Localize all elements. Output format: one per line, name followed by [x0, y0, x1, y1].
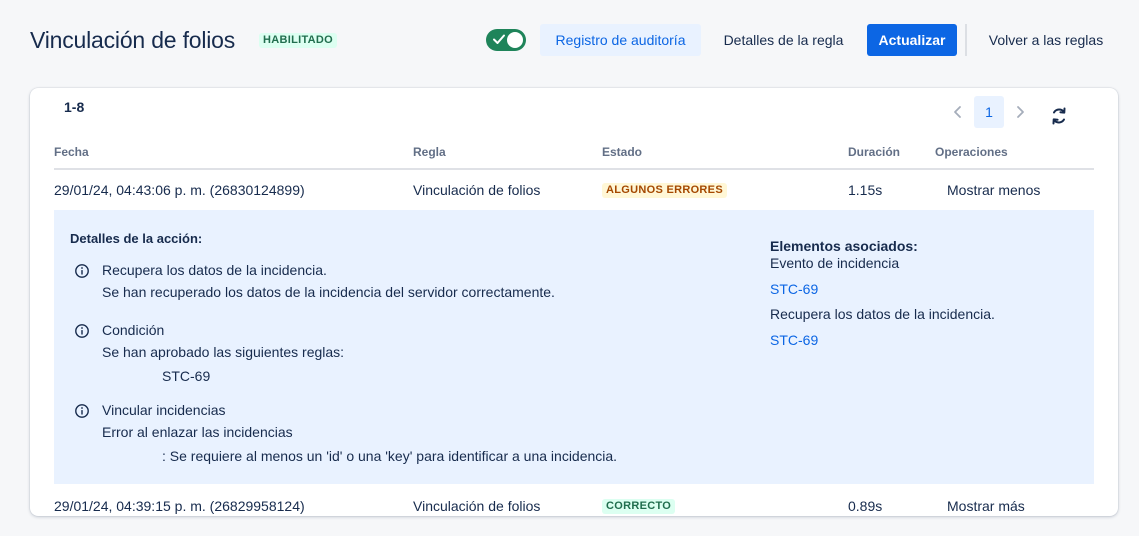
- back-to-rules-button[interactable]: Volver a las reglas: [975, 24, 1117, 56]
- column-header-rule[interactable]: Regla: [413, 145, 446, 159]
- action-title: Recupera los datos de la incidencia.: [102, 262, 327, 278]
- chevron-left-icon[interactable]: [948, 102, 968, 122]
- action-title: Condición: [102, 322, 165, 338]
- header-divider: [965, 24, 967, 56]
- audit-log-card: 1-8 1 Fecha Regla Estado Duración Operac…: [30, 88, 1118, 516]
- results-range: 1-8: [64, 99, 85, 115]
- action-details-title: Detalles de la acción:: [70, 231, 203, 246]
- refresh-icon[interactable]: [1049, 106, 1069, 126]
- chevron-right-icon[interactable]: [1010, 102, 1030, 122]
- action-message: Se han recuperado los datos de la incide…: [102, 284, 555, 300]
- page-header: Vinculación de folios HABILITADO Registr…: [0, 0, 1139, 80]
- row-rule: Vinculación de folios: [413, 182, 541, 198]
- row-rule: Vinculación de folios: [413, 498, 541, 514]
- info-icon: [75, 324, 89, 338]
- page-title: Vinculación de folios: [30, 27, 236, 53]
- table-header-divider: [54, 168, 1094, 170]
- row-duration: 1.15s: [848, 182, 883, 198]
- toggle-knob: [507, 32, 523, 48]
- associated-items-title: Elementos asociados:: [770, 238, 918, 254]
- column-header-operations[interactable]: Operaciones: [935, 145, 1008, 159]
- associated-issue-link[interactable]: STC-69: [770, 281, 818, 297]
- associated-item-label: Recupera los datos de la incidencia.: [770, 306, 995, 322]
- update-button[interactable]: Actualizar: [867, 24, 957, 56]
- show-more-button[interactable]: Mostrar más: [947, 498, 1025, 514]
- info-icon: [75, 404, 89, 418]
- row-date: 29/01/24, 04:43:06 p. m. (26830124899): [54, 182, 305, 198]
- action-message: STC-69: [162, 368, 211, 384]
- action-message: Se han aprobado las siguientes reglas:: [102, 344, 345, 360]
- action-error-message: : Se requiere al menos un 'id' o una 'ke…: [162, 448, 618, 464]
- column-header-status[interactable]: Estado: [602, 145, 642, 159]
- status-badge: HABILITADO: [259, 33, 338, 48]
- rule-enabled-toggle[interactable]: [486, 29, 526, 51]
- show-less-button[interactable]: Mostrar menos: [947, 182, 1040, 198]
- status-lozenge: ALGUNOS ERRORES: [602, 183, 727, 198]
- column-header-duration[interactable]: Duración: [848, 145, 900, 159]
- rule-details-button[interactable]: Detalles de la regla: [708, 24, 859, 56]
- info-icon: [75, 264, 89, 278]
- action-message: Error al enlazar las incidencias: [102, 424, 293, 440]
- row-duration: 0.89s: [848, 498, 883, 514]
- row-date: 29/01/24, 04:39:15 p. m. (26829958124): [54, 498, 305, 514]
- action-title: Vincular incidencias: [102, 402, 226, 418]
- associated-issue-link[interactable]: STC-69: [770, 332, 818, 348]
- status-lozenge: CORRECTO: [602, 499, 676, 514]
- audit-log-button[interactable]: Registro de auditoría: [540, 24, 701, 56]
- action-details-panel: Detalles de la acción: Recupera los dato…: [54, 210, 1094, 484]
- column-header-date[interactable]: Fecha: [54, 145, 89, 159]
- associated-item-label: Evento de incidencia: [770, 255, 900, 271]
- pagination-page-current[interactable]: 1: [974, 96, 1004, 128]
- check-icon: [493, 34, 505, 44]
